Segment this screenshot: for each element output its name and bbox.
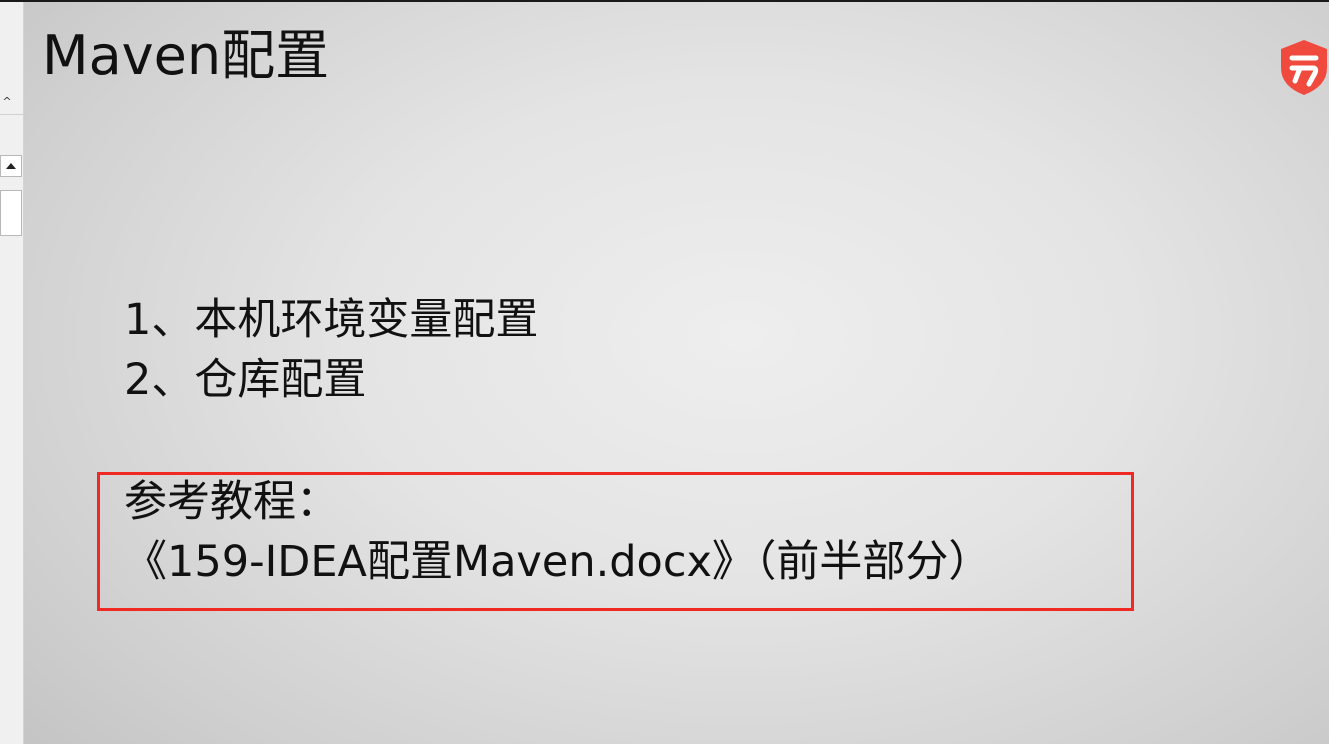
shield-logo-icon [1281,40,1327,95]
scrollbar-thumb[interactable] [0,190,22,236]
slide-thumbnail-panel: ^ [0,2,24,744]
panel-divider [0,114,24,115]
presentation-slide: Maven配置 1、本机环境变量配置 2、仓库配置 参考教程： 《159-IDE… [24,2,1329,744]
scroll-up-button[interactable] [0,155,22,177]
list-item-env-config: 1、本机环境变量配置 [124,295,539,345]
collapse-caret-icon[interactable]: ^ [0,94,14,110]
list-item-repo-config: 2、仓库配置 [124,355,367,405]
slide-title: Maven配置 [42,24,330,87]
reference-label: 参考教程： [124,477,339,527]
reference-document: 《159-IDEA配置Maven.docx》（前半部分） [124,537,992,587]
